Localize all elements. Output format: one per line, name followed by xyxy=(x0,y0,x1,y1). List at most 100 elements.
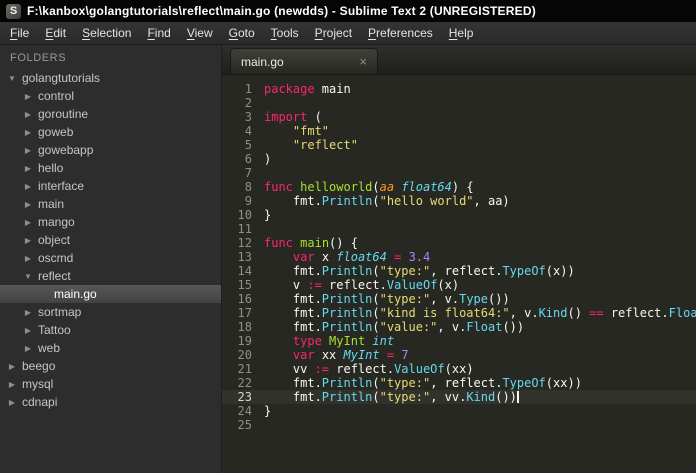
chevron-right-icon[interactable]: ▶ xyxy=(6,398,18,407)
menu-item-help[interactable]: Help xyxy=(441,23,482,43)
sidebar-folder-gowebapp[interactable]: ▶ gowebapp xyxy=(0,141,221,159)
main-area: FOLDERS ▼ golangtutorials ▶ control ▶ gorouti… xyxy=(0,45,696,473)
code-line-6[interactable]: 6) xyxy=(222,152,696,166)
line-number: 24 xyxy=(237,404,252,418)
code-line-9[interactable]: 9 fmt.Println("hello world", aa) xyxy=(222,194,696,208)
menu-item-find[interactable]: Find xyxy=(139,23,178,43)
sidebar-folder-sortmap[interactable]: ▶ sortmap xyxy=(0,303,221,321)
menu-item-edit[interactable]: Edit xyxy=(37,23,74,43)
code-line-11[interactable]: 11 xyxy=(222,222,696,236)
sidebar-file-main.go[interactable]: main.go xyxy=(0,285,221,303)
chevron-right-icon[interactable]: ▶ xyxy=(6,380,18,389)
folders-header: FOLDERS xyxy=(10,52,67,64)
code-line-14[interactable]: 14 fmt.Println("type:", reflect.TypeOf(x… xyxy=(222,264,696,278)
chevron-right-icon[interactable]: ▶ xyxy=(22,344,34,353)
code-text: "fmt" xyxy=(292,124,330,138)
code-line-15[interactable]: 15 v := reflect.ValueOf(x) xyxy=(222,278,696,292)
code-line-19[interactable]: 19 type MyInt int xyxy=(222,334,696,348)
code-line-12[interactable]: 12 func main() { xyxy=(222,236,696,250)
line-number: 8 xyxy=(244,180,252,194)
chevron-right-icon[interactable]: ▶ xyxy=(22,236,34,245)
tree-item-label: web xyxy=(38,341,61,355)
tab-main-go[interactable]: main.go × xyxy=(230,48,378,74)
code-line-22[interactable]: 22 fmt.Println("type:", reflect.TypeOf(x… xyxy=(222,376,696,390)
tree-item-label: main.go xyxy=(54,287,97,301)
tree-item-label: control xyxy=(38,89,75,103)
sidebar-folder-tattoo[interactable]: ▶ Tattoo xyxy=(0,321,221,339)
code-line-5[interactable]: 5 "reflect" xyxy=(222,138,696,152)
sidebar-folder-goroutine[interactable]: ▶ goroutine xyxy=(0,105,221,123)
chevron-right-icon[interactable]: ▶ xyxy=(22,92,34,101)
sidebar-folder-goweb[interactable]: ▶ goweb xyxy=(0,123,221,141)
sidebar-folder-beego[interactable]: ▶ beego xyxy=(0,357,221,375)
menu-item-goto[interactable]: Goto xyxy=(221,23,263,43)
chevron-right-icon[interactable]: ▶ xyxy=(6,362,18,371)
code-line-10[interactable]: 10} xyxy=(222,208,696,222)
code-text: fmt.Println("type:", reflect.TypeOf(x)) xyxy=(264,264,575,278)
code-line-24[interactable]: 24} xyxy=(222,404,696,418)
chevron-right-icon[interactable]: ▶ xyxy=(22,128,34,137)
code-line-2[interactable]: 2 xyxy=(222,96,696,110)
sidebar-folder-mango[interactable]: ▶ mango xyxy=(0,213,221,231)
code-line-3[interactable]: 3 import ( xyxy=(222,110,696,124)
line-number: 4 xyxy=(244,124,252,138)
line-number: 19 xyxy=(237,334,252,348)
chevron-right-icon[interactable]: ▶ xyxy=(22,200,34,209)
title-bar: S F:\kanbox\golangtutorials\reflect\main… xyxy=(0,0,696,22)
code-line-16[interactable]: 16 fmt.Println("type:", v.Type()) xyxy=(222,292,696,306)
sidebar-folder-reflect[interactable]: ▼ reflect xyxy=(0,267,221,285)
line-number: 3 xyxy=(244,110,252,124)
tree-item-label: Tattoo xyxy=(38,323,71,337)
tab-bar: main.go × xyxy=(222,45,696,75)
code-line-1[interactable]: 1 package main xyxy=(222,82,696,96)
code-line-25[interactable]: 25 xyxy=(222,418,696,432)
chevron-right-icon[interactable]: ▶ xyxy=(22,254,34,263)
tree-item-label: cdnapi xyxy=(22,395,58,409)
menu-item-tools[interactable]: Tools xyxy=(263,23,307,43)
sidebar-folder-main[interactable]: ▶ main xyxy=(0,195,221,213)
code-line-4[interactable]: 4 "fmt" xyxy=(222,124,696,138)
line-number: 11 xyxy=(237,222,252,236)
menu-item-project[interactable]: Project xyxy=(307,23,360,43)
sidebar-folder-object[interactable]: ▶ object xyxy=(0,231,221,249)
sidebar-folder-web[interactable]: ▶ web xyxy=(0,339,221,357)
menu-item-preferences[interactable]: Preferences xyxy=(360,23,441,43)
code-line-18[interactable]: 18 fmt.Println("value:", v.Float()) xyxy=(222,320,696,334)
menu-bar: File Edit Selection Find View Goto Tools Projec… xyxy=(0,22,696,45)
chevron-right-icon[interactable]: ▶ xyxy=(22,308,34,317)
code-line-20[interactable]: 20 var xx MyInt = 7 xyxy=(222,348,696,362)
chevron-down-icon[interactable]: ▼ xyxy=(6,74,18,83)
chevron-right-icon[interactable]: ▶ xyxy=(22,326,34,335)
code-line-21[interactable]: 21 vv := reflect.ValueOf(xx) xyxy=(222,362,696,376)
sidebar-folder-interface[interactable]: ▶ interface xyxy=(0,177,221,195)
chevron-down-icon[interactable]: ▼ xyxy=(22,272,34,281)
chevron-right-icon[interactable]: ▶ xyxy=(22,218,34,227)
chevron-right-icon[interactable]: ▶ xyxy=(22,164,34,173)
chevron-right-icon[interactable]: ▶ xyxy=(22,146,34,155)
sidebar-folder-control[interactable]: ▶ control xyxy=(0,87,221,105)
sidebar-folder-golangtutorials[interactable]: ▼ golangtutorials xyxy=(0,69,221,87)
menu-item-selection[interactable]: Selection xyxy=(74,23,139,43)
code-text: fmt.Println("type:", reflect.TypeOf(xx)) xyxy=(264,376,582,390)
code-line-17[interactable]: 17 fmt.Println("kind is float64:", v.Kin… xyxy=(222,306,696,320)
sidebar-folder-mysql[interactable]: ▶ mysql xyxy=(0,375,221,393)
code-line-23[interactable]: 23 fmt.Println("type:", vv.Kind()) xyxy=(222,390,696,404)
sidebar-folder-hello[interactable]: ▶ hello xyxy=(0,159,221,177)
line-number: 18 xyxy=(237,320,252,334)
sidebar-folder-oscmd[interactable]: ▶ oscmd xyxy=(0,249,221,267)
code-line-8[interactable]: 8 func helloworld(aa float64) { xyxy=(222,180,696,194)
menu-item-file[interactable]: File xyxy=(2,23,37,43)
code-area[interactable]: 1 package main 2 3 import (4 "fmt" 5 "reflect… xyxy=(222,75,696,473)
sidebar-folder-cdnapi[interactable]: ▶ cdnapi xyxy=(0,393,221,411)
tree-item-label: object xyxy=(38,233,71,247)
code-line-7[interactable]: 7 xyxy=(222,166,696,180)
chevron-right-icon[interactable]: ▶ xyxy=(22,110,34,119)
close-icon[interactable]: × xyxy=(359,55,367,68)
line-number: 20 xyxy=(237,348,252,362)
menu-item-view[interactable]: View xyxy=(179,23,221,43)
chevron-right-icon[interactable]: ▶ xyxy=(22,182,34,191)
tree-item-label: goweb xyxy=(38,125,74,139)
tree-item-label: mango xyxy=(38,215,75,229)
code-text: v := reflect.ValueOf(x) xyxy=(264,278,460,292)
code-line-13[interactable]: 13 var x float64 = 3.4 xyxy=(222,250,696,264)
